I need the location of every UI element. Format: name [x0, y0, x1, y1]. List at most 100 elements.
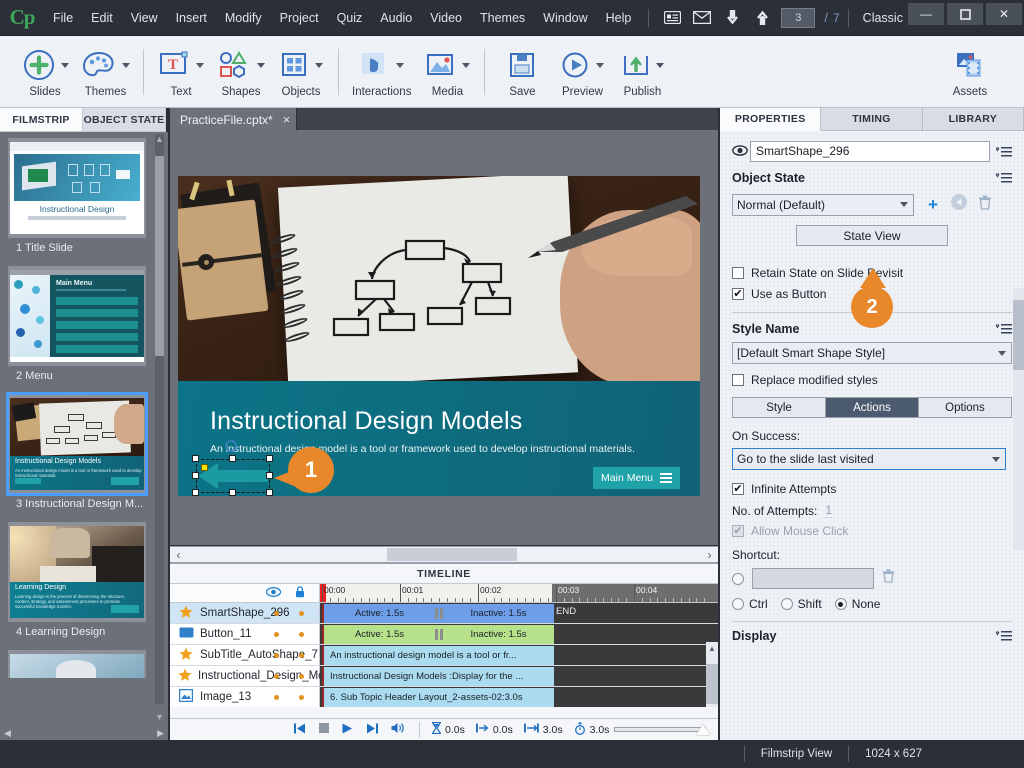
timeline-row[interactable]: SmartShape_296 Active: 1.5s Inactive: 1.5s…: [170, 603, 718, 624]
timeline-row-name-cell[interactable]: SubTitle_AutoShape_7: [170, 645, 320, 665]
close-icon[interactable]: ×: [283, 112, 291, 127]
timeline-track-cell[interactable]: 6. Sub Topic Header Layout_2-assets-02:3…: [320, 687, 718, 707]
timeline-track-cell[interactable]: An instructional design model is a tool …: [320, 645, 718, 665]
shortcut-radio[interactable]: [732, 572, 744, 585]
style-name-select[interactable]: [Default Smart Shape Style]: [732, 342, 1012, 364]
tab-properties[interactable]: PROPERTIES: [720, 108, 822, 131]
menu-window[interactable]: Window: [534, 0, 596, 36]
slide-thumbnail[interactable]: Main Menu: [8, 266, 146, 366]
state-select[interactable]: Normal (Default): [732, 193, 914, 216]
scroll-up-icon[interactable]: ▲: [154, 134, 165, 145]
close-button[interactable]: ✕: [986, 3, 1022, 25]
menu-quiz[interactable]: Quiz: [328, 0, 372, 36]
filmstrip-scrollbar-thumb[interactable]: [155, 156, 164, 356]
resize-handle-sw[interactable]: [192, 489, 199, 496]
media-button[interactable]: Media: [417, 37, 477, 107]
publish-button[interactable]: Publish: [612, 37, 672, 107]
menu-themes[interactable]: Themes: [471, 0, 534, 36]
timeline-rows[interactable]: SmartShape_296 Active: 1.5s Inactive: 1.5s…: [170, 603, 718, 707]
tab-filmstrip[interactable]: FILMSTRIP: [0, 108, 83, 132]
objects-button[interactable]: Objects: [271, 37, 331, 107]
filmstrip-slide-5[interactable]: [0, 644, 168, 678]
timeline-zoom-slider[interactable]: [614, 724, 710, 735]
filmstrip-slide-2[interactable]: Main Menu 2 Menu: [0, 260, 168, 388]
options-menu-icon[interactable]: [990, 630, 1012, 642]
filmstrip-slide-1[interactable]: Instructional Design 1 Title Slide: [0, 132, 168, 260]
timeline-track-cell[interactable]: Instructional Design Models :Display for…: [320, 666, 718, 686]
resize-handle-e[interactable]: [266, 472, 273, 479]
menu-audio[interactable]: Audio: [371, 0, 421, 36]
slide-hero-image[interactable]: [178, 176, 700, 381]
resize-handle-ne[interactable]: [266, 455, 273, 462]
menu-view[interactable]: View: [122, 0, 167, 36]
use-as-button-checkbox[interactable]: ✔: [732, 288, 744, 300]
timeline-ruler[interactable]: 00:00 00:01 00:02 00:03 00:04: [320, 584, 718, 602]
document-tab[interactable]: PracticeFile.cptx* ×: [170, 108, 298, 131]
scroll-up-icon[interactable]: ▲: [706, 642, 718, 656]
menu-insert[interactable]: Insert: [167, 0, 216, 36]
timeline-row[interactable]: Button_11 Active: 1.5s Inactive: 1.5s: [170, 624, 718, 645]
state-view-button[interactable]: State View: [796, 225, 948, 246]
resize-handle-se[interactable]: [266, 489, 273, 496]
preview-button[interactable]: Preview: [552, 37, 612, 107]
volume-icon[interactable]: [391, 722, 405, 737]
clear-shortcut-icon[interactable]: [882, 569, 895, 588]
slide-thumbnail[interactable]: Learning Design Learning design is the p…: [8, 522, 146, 622]
ctrl-radio[interactable]: [732, 598, 744, 610]
object-name-input[interactable]: SmartShape_296: [750, 141, 990, 162]
infinite-attempts-row[interactable]: ✔ Infinite Attempts: [732, 482, 1012, 496]
slide-title[interactable]: Instructional Design Models: [210, 407, 523, 436]
visibility-dot[interactable]: [274, 694, 279, 700]
resize-handle-nw[interactable]: [192, 455, 199, 462]
shortcut-input[interactable]: [752, 568, 874, 589]
mail-icon[interactable]: [689, 5, 715, 31]
interactions-button[interactable]: Interactions: [346, 37, 417, 107]
lock-icon[interactable]: [295, 586, 305, 601]
options-menu-icon[interactable]: [990, 323, 1012, 335]
visibility-dot[interactable]: [274, 652, 279, 658]
infinite-attempts-checkbox[interactable]: ✔: [732, 483, 744, 495]
reset-state-button[interactable]: [946, 193, 972, 216]
card-icon[interactable]: [659, 5, 685, 31]
timeline-row-name-cell[interactable]: SmartShape_296: [170, 603, 320, 623]
current-slide-input[interactable]: 3: [781, 7, 816, 28]
minimize-button[interactable]: —: [908, 3, 944, 25]
menu-project[interactable]: Project: [271, 0, 328, 36]
timeline-row-name-cell[interactable]: Button_11: [170, 624, 320, 644]
main-menu-button[interactable]: Main Menu: [593, 467, 680, 489]
slide-thumbnail[interactable]: [8, 650, 146, 678]
timeline-scrollbar[interactable]: ▲ ▼: [706, 642, 718, 707]
slide-canvas[interactable]: Instructional Design Models An instructi…: [170, 130, 718, 545]
shift-radio[interactable]: [780, 598, 793, 610]
canvas-horizontal-scrollbar[interactable]: ‹ ›: [170, 546, 718, 563]
filmstrip-slide-3[interactable]: Instructional Design Models An instructi…: [0, 388, 168, 516]
none-radio[interactable]: [834, 598, 847, 610]
tab-actions[interactable]: Actions: [826, 398, 919, 417]
add-state-button[interactable]: +: [920, 195, 946, 215]
visibility-dot[interactable]: [274, 673, 279, 679]
skip-start-icon[interactable]: [294, 723, 306, 737]
filmstrip-slide-4[interactable]: Learning Design Learning design is the p…: [0, 516, 168, 644]
zoom-knob[interactable]: [696, 724, 710, 735]
lock-dot[interactable]: [299, 610, 304, 616]
scrollbar-thumb[interactable]: [387, 548, 517, 561]
eye-icon[interactable]: [732, 144, 750, 159]
timeline-object-bar[interactable]: Instructional Design Models :Display for…: [322, 667, 554, 686]
upload-icon[interactable]: [749, 5, 775, 31]
download-icon[interactable]: [719, 5, 745, 31]
menu-video[interactable]: Video: [421, 0, 471, 36]
slides-button[interactable]: Slides: [15, 37, 75, 107]
timeline-row-name-cell[interactable]: Image_13: [170, 687, 320, 707]
timeline-row[interactable]: Image_13 6. Sub Topic Header Layout_2-ass…: [170, 687, 718, 707]
timeline-object-bar[interactable]: 6. Sub Topic Header Layout_2-assets-02:3…: [322, 688, 554, 707]
play-icon[interactable]: [342, 723, 353, 737]
filmstrip[interactable]: Instructional Design 1 Title Slide Main …: [0, 132, 168, 727]
on-success-select[interactable]: Go to the slide last visited: [732, 448, 1006, 470]
delete-state-button[interactable]: [972, 195, 998, 215]
stop-icon[interactable]: [319, 723, 329, 736]
slide-subtitle[interactable]: An instructional design model is a tool …: [210, 443, 635, 455]
tab-timing[interactable]: TIMING: [821, 108, 923, 131]
retain-state-checkbox[interactable]: [732, 267, 744, 279]
timeline-row-name-cell[interactable]: Instructional_Design_Mo..: [170, 666, 331, 686]
scroll-left-icon[interactable]: ‹: [170, 547, 187, 562]
